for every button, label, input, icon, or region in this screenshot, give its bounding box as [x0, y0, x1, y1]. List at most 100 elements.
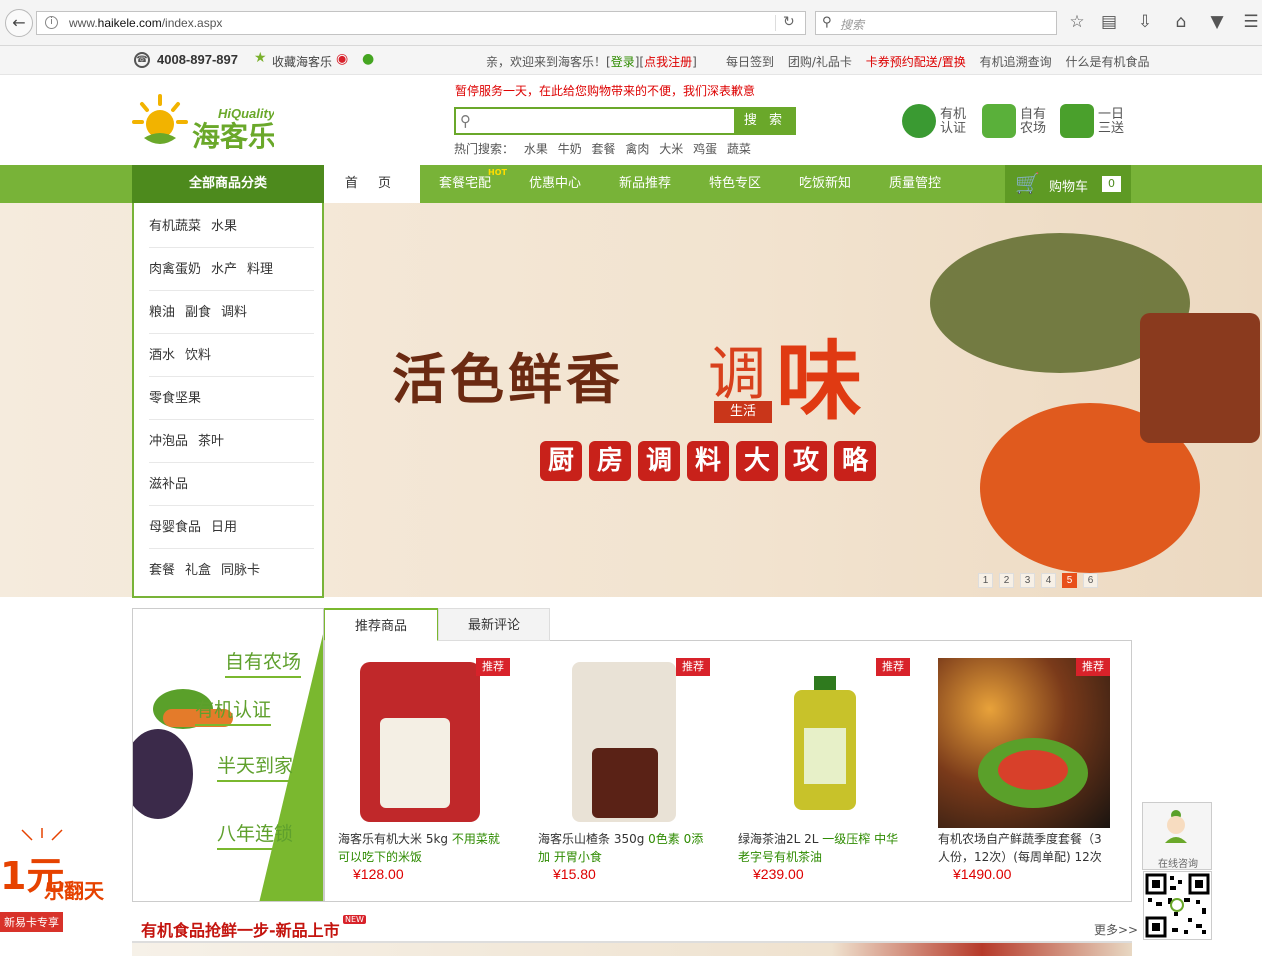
product-price: ¥239.00	[753, 866, 804, 882]
nav-item[interactable]: 新品推荐	[619, 165, 671, 203]
tab-latest-reviews[interactable]: 最新评论	[438, 608, 550, 641]
product-card[interactable]: 推荐 绿海茶油2L 2L 一级压榨 中华老字号有机茶油 ¥239.00	[738, 658, 910, 893]
product-name[interactable]: 海客乐有机大米 5kg 不用菜就可以吃下的米饭	[338, 830, 510, 866]
login-link[interactable]: 登录	[611, 55, 635, 69]
download-icon[interactable]: ⇩	[1134, 12, 1156, 32]
new-tag: NEW	[343, 915, 366, 924]
back-arrow-icon[interactable]: ←	[5, 9, 33, 37]
new-products-banner[interactable]	[132, 943, 1132, 956]
banner-tiao: 调	[708, 340, 767, 408]
product-image	[338, 658, 510, 828]
register-link[interactable]: 点我注册	[644, 55, 692, 69]
category-item[interactable]: 冲泡品 茶叶	[149, 420, 314, 463]
nav-item[interactable]: 质量管控	[889, 165, 941, 203]
promo-panel[interactable]: 自有农场 有机认证 半天到家 八年连锁	[132, 608, 324, 902]
cart-count: 0	[1102, 176, 1121, 192]
banner-page[interactable]: 6	[1083, 573, 1098, 588]
site-logo[interactable]: HiQuality 海客乐	[132, 92, 276, 154]
category-item[interactable]: 有机蔬菜 水果	[149, 205, 314, 248]
product-card[interactable]: 推荐 有机农场自产鲜蔬季度套餐（3人份，12次）(每周单配) 12次 ¥1490…	[938, 658, 1110, 893]
recycle-icon	[982, 104, 1016, 138]
banner-page[interactable]: 3	[1020, 573, 1035, 588]
truck-icon	[1060, 104, 1094, 138]
banner-page-active[interactable]: 5	[1062, 573, 1077, 588]
pocket-icon[interactable]: ▼	[1206, 12, 1228, 32]
customer-service-icon	[1165, 810, 1187, 843]
top-link[interactable]: 卡券预约配送/置换	[866, 55, 966, 69]
category-item[interactable]: 母婴食品 日用	[149, 506, 314, 549]
promo-festival-badge[interactable]: 1元 乐翻天 新易卡专享	[0, 828, 104, 932]
info-icon[interactable]: i	[45, 16, 58, 29]
hot-term[interactable]: 鸡蛋	[693, 142, 717, 156]
all-categories[interactable]: 全部商品分类	[132, 165, 324, 203]
category-item[interactable]: 零食坚果	[149, 377, 314, 420]
site-search-input[interactable]: ⚲	[454, 107, 736, 135]
cart-button[interactable]: 🛒 购物车 0	[1005, 165, 1131, 203]
address-bar[interactable]: i www.haikele.com/index.aspx ↻	[36, 11, 806, 35]
online-consult[interactable]: 在线咨询	[1142, 802, 1212, 870]
reload-icon[interactable]: ↻	[783, 14, 795, 30]
product-name[interactable]: 海客乐山楂条 350g 0色素 0添加 开胃小食	[538, 830, 710, 866]
hot-tag: HOT	[488, 168, 507, 177]
favorite-link[interactable]: 收藏海客乐	[272, 53, 332, 70]
banner-page[interactable]: 2	[999, 573, 1014, 588]
top-link[interactable]: 每日签到	[726, 55, 774, 69]
top-link[interactable]: 有机追溯查询	[980, 55, 1052, 69]
hot-term[interactable]: 套餐	[592, 142, 616, 156]
cart-icon: 🛒	[1015, 171, 1040, 195]
product-image	[738, 658, 910, 828]
browser-search-input[interactable]: ⚲ 搜索	[815, 11, 1057, 35]
product-card[interactable]: 推荐 海客乐有机大米 5kg 不用菜就可以吃下的米饭 ¥128.00	[338, 658, 510, 893]
home-icon[interactable]: ⌂	[1170, 12, 1192, 32]
product-name[interactable]: 有机农场自产鲜蔬季度套餐（3人份，12次）(每周单配) 12次	[938, 830, 1110, 866]
search-icon: ⚲	[822, 15, 832, 30]
banner-life: 生活	[714, 401, 772, 423]
category-item[interactable]: 套餐 礼盒 同脉卡	[149, 549, 314, 592]
banner-page[interactable]: 4	[1041, 573, 1056, 588]
weibo-icon[interactable]: ◉	[336, 51, 348, 67]
top-link[interactable]: 团购/礼品卡	[788, 55, 852, 69]
hotline: 4008-897-897	[157, 52, 238, 67]
nav-item[interactable]: 优惠中心	[529, 165, 581, 203]
product-image	[938, 658, 1110, 828]
more-link[interactable]: 更多>>	[1094, 921, 1138, 938]
category-item[interactable]: 滋补品	[149, 463, 314, 506]
url-text: www.haikele.com/index.aspx	[69, 16, 223, 30]
category-item[interactable]: 肉禽蛋奶 水产 料理	[149, 248, 314, 291]
banner-wei: 味	[776, 332, 862, 432]
tab-recommended[interactable]: 推荐商品	[324, 608, 438, 641]
browser-toolbar: ← i www.haikele.com/index.aspx ↻ ⚲ 搜索 ☆ …	[0, 0, 1262, 46]
service-notice: 暂停服务一天，在此给您购物带来的不便，我们深表歉意	[455, 84, 756, 98]
menu-icon[interactable]: ☰	[1240, 12, 1262, 32]
nav-item[interactable]: 吃饭新知	[799, 165, 851, 203]
qr-code	[1143, 871, 1212, 940]
hot-term[interactable]: 牛奶	[558, 142, 582, 156]
hot-term[interactable]: 禽肉	[625, 142, 649, 156]
category-item[interactable]: 粮油 副食 调料	[149, 291, 314, 334]
hot-term[interactable]: 蔬菜	[727, 142, 751, 156]
banner-page[interactable]: 1	[978, 573, 993, 588]
banner-pagination: 123456	[978, 572, 1104, 588]
reading-list-icon[interactable]: ▤	[1098, 12, 1120, 32]
svg-text:海客乐: 海客乐	[192, 120, 274, 153]
product-card[interactable]: 推荐 海客乐山楂条 350g 0色素 0添加 开胃小食 ¥15.80	[538, 658, 710, 893]
svg-text:HiQuality: HiQuality	[218, 106, 274, 121]
category-item[interactable]: 酒水 饮料	[149, 334, 314, 377]
product-name[interactable]: 绿海茶油2L 2L 一级压榨 中华老字号有机茶油	[738, 830, 910, 866]
category-menu: 有机蔬菜 水果 肉禽蛋奶 水产 料理 粮油 副食 调料 酒水 饮料 零食坚果 冲泡品 茶叶 滋…	[132, 203, 324, 598]
nav-home[interactable]: 首 页	[324, 165, 420, 203]
nav-item[interactable]: 套餐宅配	[439, 165, 491, 203]
top-link[interactable]: 什么是有机食品	[1065, 55, 1149, 69]
search-button[interactable]: 搜 索	[734, 107, 796, 135]
hot-term[interactable]: 水果	[524, 142, 548, 156]
hot-term[interactable]: 大米	[659, 142, 683, 156]
bookmark-star-icon[interactable]: ☆	[1066, 12, 1088, 32]
banner-title: 活色鲜香	[392, 347, 624, 411]
nav-item[interactable]: 特色专区	[709, 165, 761, 203]
banner-subtitle: 厨房调料大攻略	[540, 441, 883, 481]
product-image	[538, 658, 710, 828]
section-title: 有机食品抢鲜一步-新品上市	[141, 921, 340, 940]
recommend-tag: 推荐	[476, 658, 510, 676]
wechat-icon[interactable]: ●	[362, 51, 374, 67]
search-placeholder: 搜索	[840, 18, 865, 32]
